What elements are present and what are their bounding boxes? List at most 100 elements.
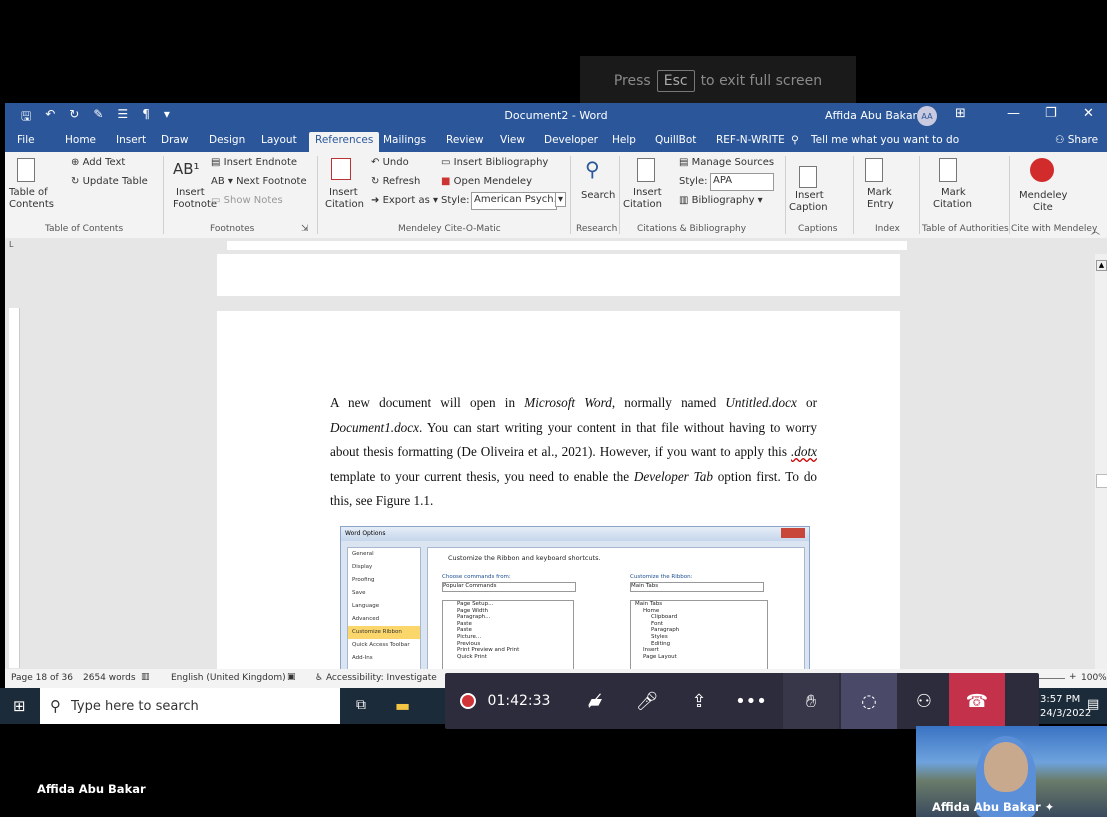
insert-caption-label: Caption	[789, 202, 828, 213]
mendeley-style-select[interactable]: American Psych...	[471, 192, 557, 210]
macro-icon[interactable]: ▣	[287, 672, 296, 682]
add-text-button[interactable]: ⊕ Add Text	[71, 157, 125, 168]
citation-style-select[interactable]: APA	[710, 173, 774, 191]
list-item: General	[352, 551, 374, 557]
tab-view[interactable]: View	[500, 134, 525, 146]
tab-selector-icon[interactable]: L	[9, 240, 13, 249]
references-ribbon: Table of Contents ⊕ Add Text ↻ Update Ta…	[5, 152, 1107, 239]
mark-citation-button[interactable]: Mark	[941, 187, 966, 198]
insert-endnote-button[interactable]: ▤ Insert Endnote	[211, 157, 297, 168]
insert-footnote-button[interactable]: Insert	[176, 187, 205, 198]
list-item: Paste	[457, 627, 472, 634]
document-page[interactable]	[217, 254, 900, 296]
tab-developer[interactable]: Developer	[544, 134, 598, 146]
insert-caption-button[interactable]: Insert	[795, 190, 824, 201]
mic-button[interactable]: 🎤︎	[625, 673, 669, 729]
close-icon[interactable]: ✕	[1083, 106, 1094, 121]
tab-help[interactable]: Help	[612, 134, 636, 146]
toc-button-label: Contents	[9, 199, 54, 210]
tab-insert[interactable]: Insert	[116, 134, 146, 146]
text-run: .dotx	[790, 444, 817, 459]
file-explorer-icon[interactable]: ▬	[395, 696, 410, 715]
recording-icon	[459, 693, 476, 709]
open-mendeley-button[interactable]: ■ Open Mendeley	[441, 176, 532, 187]
mendeley-cite-label: Cite	[1033, 202, 1053, 213]
ribbon-display-icon[interactable]: ⊞	[955, 106, 966, 121]
ribbon-tabs: File Home Insert Draw Design Layout Refe…	[5, 128, 1107, 152]
windows-start-icon[interactable]: ⊞	[13, 697, 26, 715]
tab-file[interactable]: File	[17, 134, 35, 146]
user-name[interactable]: Affida Abu Bakar	[825, 109, 917, 122]
manage-sources-label: Manage Sources	[691, 157, 775, 168]
tab-mailings[interactable]: Mailings	[383, 134, 426, 146]
export-as-button[interactable]: ➜ Export as ▾	[371, 195, 438, 206]
tell-me-input[interactable]: Tell me what you want to do	[811, 134, 959, 146]
mendeley-cite-button[interactable]: Mendeley	[1019, 190, 1067, 201]
toc-button[interactable]: Table of	[9, 187, 48, 198]
figure-word-options[interactable]: Word Options General Display Proofing Sa…	[340, 526, 810, 676]
list-item: Editing	[651, 640, 671, 647]
vertical-ruler[interactable]	[9, 308, 20, 668]
search-button[interactable]: Search	[581, 190, 615, 201]
bibliography-button[interactable]: ▥ Bibliography ▾	[679, 195, 763, 206]
tab-ref-n-write[interactable]: REF-N-WRITE	[716, 134, 785, 146]
raise-hand-button[interactable]: ✋︎	[783, 673, 839, 729]
manage-sources-button[interactable]: ▤ Manage Sources	[679, 157, 774, 168]
participant-video[interactable]: Affida Abu Bakar ✦	[916, 726, 1107, 817]
collapse-ribbon-icon[interactable]: ︿	[1091, 224, 1100, 237]
word-insert-citation-label: Citation	[623, 199, 662, 210]
word-insert-citation-button[interactable]: Insert	[633, 187, 662, 198]
word-count[interactable]: 2654 words	[83, 673, 136, 683]
mark-entry-button[interactable]: Mark	[867, 187, 892, 198]
participants-button[interactable]: ⚇	[899, 673, 949, 729]
tab-quillbot[interactable]: QuillBot	[655, 134, 696, 146]
document-page[interactable]: A new document will open in Microsoft Wo…	[217, 311, 900, 676]
next-footnote-button[interactable]: AB ▾ Next Footnote	[211, 176, 307, 187]
vertical-scrollbar[interactable]: ▲	[1095, 254, 1107, 669]
scroll-up-icon[interactable]: ▲	[1096, 260, 1107, 271]
search-icon: ⚲	[585, 157, 600, 181]
task-view-icon[interactable]: ⧉	[356, 697, 366, 713]
commands-list: Page Setup... Page Width Paragraph... Pa…	[442, 600, 574, 675]
share-screen-button[interactable]: ⇪	[677, 673, 721, 729]
show-notes-button[interactable]: ▭ Show Notes	[211, 195, 283, 206]
dialog-title: Word Options	[345, 530, 386, 537]
restore-icon[interactable]: ❐	[1045, 106, 1057, 121]
camera-off-button[interactable]: ▰̸	[573, 673, 617, 729]
body-paragraph[interactable]: A new document will open in Microsoft Wo…	[330, 391, 817, 514]
dialog-launcher-icon[interactable]: ⇲	[301, 224, 309, 234]
mendeley-undo-button[interactable]: ↶ Undo	[371, 157, 409, 168]
tab-draw[interactable]: Draw	[161, 134, 188, 146]
insert-citation-button[interactable]: Insert	[329, 187, 358, 198]
list-item: Paragraph	[651, 627, 680, 634]
list-item: Styles	[651, 633, 668, 640]
zoom-level[interactable]: 100%	[1081, 673, 1107, 683]
accessibility-checker[interactable]: ♿ Accessibility: Investigate	[315, 673, 437, 683]
tab-design[interactable]: Design	[209, 134, 245, 146]
document-canvas[interactable]: A new document will open in Microsoft Wo…	[5, 254, 1107, 676]
tab-layout[interactable]: Layout	[261, 134, 297, 146]
language-indicator[interactable]: English (United Kingdom)	[171, 673, 286, 683]
horizontal-ruler[interactable]: L	[5, 238, 1107, 254]
list-item: Advanced	[352, 616, 380, 622]
chevron-down-icon[interactable]: ▾	[555, 192, 567, 207]
avatar[interactable]: AA	[917, 106, 937, 126]
chat-button[interactable]: ◌	[841, 673, 897, 729]
leave-call-button[interactable]: ☎︎	[949, 673, 1005, 729]
proofing-icon[interactable]: ▥	[141, 672, 150, 682]
tab-home[interactable]: Home	[65, 134, 96, 146]
zoom-in-icon[interactable]: +	[1069, 672, 1077, 682]
share-button[interactable]: ⚇ Share	[1055, 134, 1098, 146]
tab-references[interactable]: References	[309, 132, 380, 152]
mendeley-refresh-button[interactable]: ↻ Refresh	[371, 176, 420, 187]
scrollbar-thumb[interactable]	[1096, 474, 1107, 488]
tab-review[interactable]: Review	[446, 134, 483, 146]
taskbar-search[interactable]: ⚲ Type here to search	[40, 688, 340, 724]
minimize-icon[interactable]: —	[1007, 106, 1020, 121]
page-count[interactable]: Page 18 of 36	[11, 673, 73, 683]
taskbar-clock[interactable]: 3:57 PM 24/3/2022	[1040, 693, 1091, 721]
more-options-button[interactable]: •••	[729, 673, 773, 729]
update-table-button[interactable]: ↻ Update Table	[71, 176, 148, 187]
insert-bibliography-button[interactable]: ▭ Insert Bibliography	[441, 157, 548, 168]
list-item: Main Tabs	[635, 601, 663, 607]
